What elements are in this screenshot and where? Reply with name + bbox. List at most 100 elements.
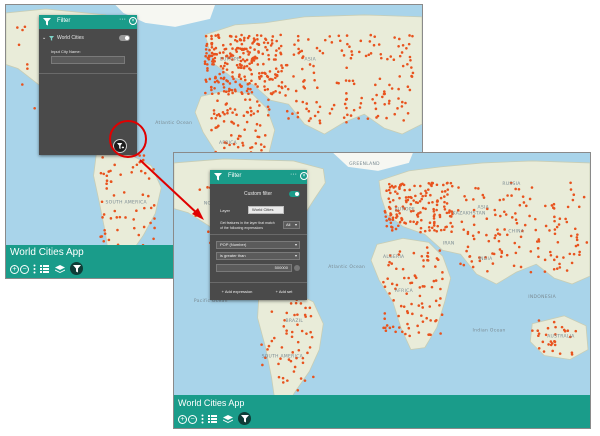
city-point[interactable] bbox=[394, 190, 397, 193]
city-point[interactable] bbox=[308, 346, 312, 349]
city-point[interactable] bbox=[391, 218, 395, 222]
city-point[interactable] bbox=[398, 326, 401, 329]
city-point[interactable] bbox=[425, 246, 429, 249]
city-point[interactable] bbox=[243, 65, 246, 68]
city-point[interactable] bbox=[528, 197, 532, 201]
city-point[interactable] bbox=[276, 70, 280, 74]
city-point[interactable] bbox=[274, 67, 278, 70]
city-point[interactable] bbox=[407, 195, 410, 199]
city-point[interactable] bbox=[433, 220, 436, 224]
city-point[interactable] bbox=[443, 195, 446, 198]
city-point[interactable] bbox=[105, 187, 109, 190]
city-point[interactable] bbox=[309, 117, 312, 120]
city-point[interactable] bbox=[343, 102, 347, 106]
city-point[interactable] bbox=[318, 105, 322, 109]
city-point[interactable] bbox=[369, 33, 373, 37]
city-point[interactable] bbox=[357, 117, 360, 120]
city-point[interactable] bbox=[549, 253, 553, 257]
city-point[interactable] bbox=[273, 336, 276, 340]
city-point[interactable] bbox=[449, 221, 452, 225]
city-point[interactable] bbox=[204, 34, 208, 38]
city-point[interactable] bbox=[210, 45, 214, 49]
city-point[interactable] bbox=[212, 109, 216, 112]
city-point[interactable] bbox=[441, 277, 444, 281]
city-point[interactable] bbox=[388, 292, 391, 295]
city-point[interactable] bbox=[279, 51, 282, 55]
city-point[interactable] bbox=[432, 279, 436, 283]
city-point[interactable] bbox=[297, 348, 301, 352]
city-point[interactable] bbox=[211, 62, 214, 66]
city-point[interactable] bbox=[382, 92, 386, 96]
city-point[interactable] bbox=[265, 74, 269, 78]
city-point[interactable] bbox=[205, 80, 208, 83]
city-point[interactable] bbox=[558, 262, 561, 266]
city-point[interactable] bbox=[304, 306, 307, 310]
city-point[interactable] bbox=[266, 113, 270, 117]
city-point[interactable] bbox=[249, 106, 252, 110]
city-point[interactable] bbox=[400, 105, 404, 108]
city-point[interactable] bbox=[404, 199, 408, 202]
city-point[interactable] bbox=[99, 235, 102, 238]
city-point[interactable] bbox=[279, 44, 283, 48]
city-point[interactable] bbox=[307, 109, 311, 113]
city-point[interactable] bbox=[391, 325, 395, 329]
city-point[interactable] bbox=[309, 314, 313, 318]
city-point[interactable] bbox=[388, 218, 391, 221]
city-point[interactable] bbox=[385, 224, 389, 228]
city-point[interactable] bbox=[424, 194, 427, 197]
city-point[interactable] bbox=[209, 86, 213, 89]
city-point[interactable] bbox=[485, 233, 488, 237]
city-point[interactable] bbox=[217, 124, 220, 128]
city-point[interactable] bbox=[390, 229, 394, 232]
city-point[interactable] bbox=[233, 88, 237, 91]
city-point[interactable] bbox=[256, 63, 260, 66]
city-point[interactable] bbox=[352, 108, 356, 112]
city-point[interactable] bbox=[113, 209, 117, 213]
city-point[interactable] bbox=[547, 343, 550, 346]
city-point[interactable] bbox=[447, 211, 451, 214]
city-point[interactable] bbox=[213, 80, 217, 84]
city-point[interactable] bbox=[407, 42, 411, 46]
city-point[interactable] bbox=[222, 70, 225, 74]
city-point[interactable] bbox=[465, 198, 468, 202]
close-icon[interactable]: × bbox=[129, 17, 137, 25]
city-point[interactable] bbox=[557, 223, 561, 226]
city-point[interactable] bbox=[284, 85, 287, 88]
city-point[interactable] bbox=[420, 302, 424, 305]
custom-filter-toggle[interactable] bbox=[289, 191, 300, 197]
city-point[interactable] bbox=[528, 214, 531, 218]
city-point[interactable] bbox=[208, 48, 211, 52]
city-point[interactable] bbox=[414, 194, 417, 198]
city-point[interactable] bbox=[421, 194, 424, 198]
city-point[interactable] bbox=[291, 351, 295, 354]
city-point[interactable] bbox=[223, 47, 227, 51]
city-point[interactable] bbox=[321, 51, 325, 55]
city-point[interactable] bbox=[203, 60, 207, 63]
city-point[interactable] bbox=[198, 188, 202, 191]
city-point[interactable] bbox=[439, 297, 442, 300]
city-point[interactable] bbox=[115, 216, 119, 219]
city-point[interactable] bbox=[249, 113, 253, 117]
city-point[interactable] bbox=[291, 112, 294, 115]
city-point[interactable] bbox=[234, 48, 238, 51]
city-point[interactable] bbox=[574, 329, 578, 333]
city-point[interactable] bbox=[432, 207, 435, 211]
city-point[interactable] bbox=[275, 39, 278, 43]
city-point[interactable] bbox=[387, 197, 391, 200]
city-point[interactable] bbox=[240, 92, 244, 96]
city-point[interactable] bbox=[149, 221, 152, 225]
city-point[interactable] bbox=[462, 228, 466, 231]
city-point[interactable] bbox=[438, 304, 441, 307]
city-point[interactable] bbox=[510, 194, 513, 197]
city-point[interactable] bbox=[425, 254, 429, 258]
city-point[interactable] bbox=[204, 91, 207, 95]
city-point[interactable] bbox=[277, 375, 281, 379]
city-point[interactable] bbox=[408, 334, 411, 338]
city-point[interactable] bbox=[247, 92, 250, 96]
city-point[interactable] bbox=[249, 46, 252, 49]
city-point[interactable] bbox=[385, 189, 388, 193]
city-point[interactable] bbox=[207, 54, 211, 58]
city-point[interactable] bbox=[360, 96, 363, 100]
city-point[interactable] bbox=[418, 286, 422, 289]
city-point[interactable] bbox=[449, 181, 453, 185]
